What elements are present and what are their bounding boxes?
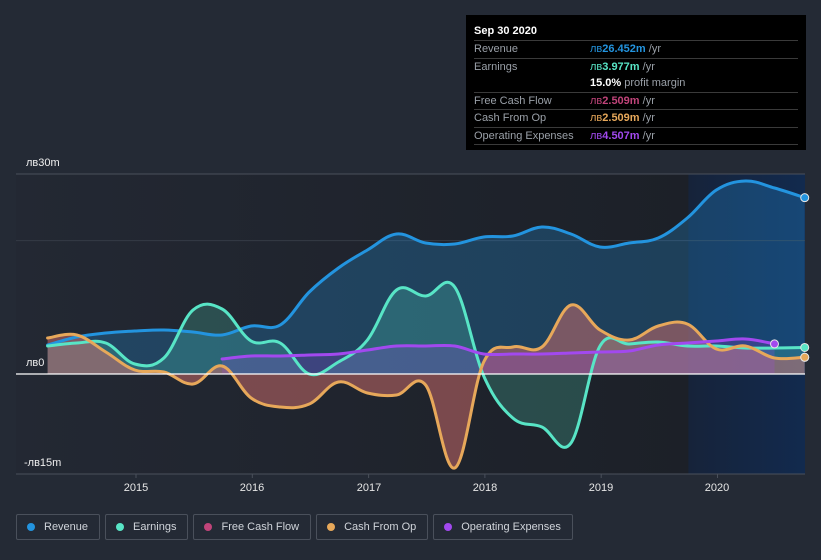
revenue-dot-icon [27,523,35,531]
tooltip-row-label: Cash From Op [474,112,547,124]
legend-item-cash-from-op[interactable]: Cash From Op [316,514,429,540]
operating-expenses-endpoint [769,339,779,349]
tooltip-row-value: 15.0% profit margin [590,77,686,89]
y-tick-label-top: лв30m [26,157,60,169]
legend-label: Free Cash Flow [221,521,300,533]
tooltip-row-value: лв4.507m /yr [590,129,655,142]
y-tick-label-zero: лв0 [26,357,44,369]
tooltip-row-value: лв2.509m /yr [590,94,655,107]
tooltip-row: Cash From Op лв2.509m /yr [474,110,798,128]
x-tick-label-2019: 2019 [589,482,613,494]
operating-expenses-dot-icon [444,523,453,531]
legend-item-revenue[interactable]: Revenue [16,514,101,540]
y-tick-label-bottom: -лв15m [24,457,61,469]
x-tick-label-2016: 2016 [240,482,264,494]
legend-item-operating-expenses[interactable]: Operating Expenses [433,514,573,540]
earnings-endpoint [800,342,810,352]
free-cash-flow-dot-icon [204,523,213,531]
tooltip-row-value: лв3.977m /yr [590,60,655,73]
legend-item-earnings[interactable]: Earnings [105,514,189,540]
tooltip-row: Free Cash Flow лв2.509m /yr [474,93,798,110]
cash-from-op-endpoint [800,352,810,362]
tooltip-row: 15.0% profit margin [474,75,798,93]
tooltip-row-value: лв26.452m /yr [590,43,661,55]
x-tick-label-2017: 2017 [357,482,381,494]
cash-from-op-dot-icon [327,523,336,531]
legend-item-free-cash-flow[interactable]: Free Cash Flow [193,514,312,540]
tooltip-row-label: Free Cash Flow [474,94,552,107]
tooltip-row-label: Earnings [474,60,518,73]
legend-label: Cash From Op [344,521,417,533]
tooltip-row: Revenue лв26.452m /yr [474,41,798,59]
x-tick-label-2018: 2018 [473,482,497,494]
tooltip-row: Earnings лв3.977m /yr [474,59,798,76]
tooltip-row: Operating Expenses лв4.507m /yr [474,128,798,145]
legend-label: Operating Expenses [461,521,561,533]
tooltip-date: Sep 30 2020 [474,23,798,41]
tooltip-row-label: Revenue [474,43,519,55]
tooltip-row-label: Operating Expenses [474,129,574,142]
legend-label: Revenue [44,521,89,533]
earnings-dot-icon [116,523,125,531]
tooltip-row-label [474,75,590,92]
x-tick-label-2020: 2020 [705,482,729,494]
tooltip-row-value: лв2.509m /yr [590,112,655,124]
tooltip: Sep 30 2020 Revenue лв26.452m /yr Earnings… [466,15,806,150]
revenue-endpoint [800,193,810,203]
legend: Revenue Earnings Free Cash Flow Cash Fro… [16,514,573,540]
legend-label: Earnings [133,521,177,533]
x-tick-label-2015: 2015 [124,482,148,494]
